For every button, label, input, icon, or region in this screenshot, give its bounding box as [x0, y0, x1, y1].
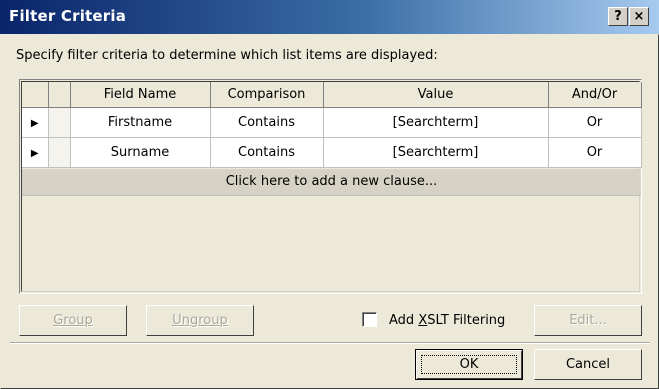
instruction-text: Specify filter criteria to determine whi… — [16, 48, 438, 63]
add-clause-row[interactable]: Click here to add a new clause... — [22, 169, 641, 196]
ungroup-button-label: Ungroup — [172, 313, 228, 328]
table-row[interactable]: ▶ Firstname Contains [Searchterm] Or — [22, 107, 642, 138]
row-marker[interactable]: ▶ — [22, 137, 49, 168]
ungroup-button[interactable]: Ungroup — [146, 305, 254, 336]
close-button[interactable]: × — [629, 7, 649, 26]
field-name-cell[interactable]: Surname — [70, 137, 211, 168]
column-header-comparison[interactable]: Comparison — [210, 82, 324, 108]
row-pointer-icon: ▶ — [30, 147, 39, 159]
comparison-cell[interactable]: Contains — [210, 137, 324, 168]
row-pointer-icon: ▶ — [30, 117, 39, 129]
and-or-cell[interactable]: Or — [548, 107, 642, 138]
xslt-checkbox-box[interactable] — [362, 312, 377, 327]
edit-button[interactable]: Edit... — [534, 305, 642, 336]
value-cell[interactable]: [Searchterm] — [323, 107, 549, 138]
column-header-marker — [22, 82, 49, 108]
header-row: Field Name Comparison Value And/Or — [22, 82, 642, 108]
row-marker[interactable]: ▶ — [22, 107, 49, 138]
value-cell[interactable]: [Searchterm] — [323, 137, 549, 168]
ok-button-label: OK — [421, 355, 517, 374]
column-header-blank — [48, 82, 71, 108]
comparison-cell[interactable]: Contains — [210, 107, 324, 138]
and-or-cell[interactable]: Or — [548, 137, 642, 168]
help-button[interactable]: ? — [608, 7, 628, 26]
xslt-checkbox-label[interactable]: Add XSLT Filtering — [389, 305, 505, 336]
field-name-cell[interactable]: Firstname — [70, 107, 211, 138]
group-button[interactable]: Group — [19, 305, 127, 336]
separator — [10, 342, 650, 344]
cancel-button[interactable]: Cancel — [534, 349, 642, 380]
criteria-table: Field Name Comparison Value And/Or ▶ Fir… — [22, 82, 642, 168]
column-header-and-or[interactable]: And/Or — [548, 82, 642, 108]
criteria-grid: Field Name Comparison Value And/Or ▶ Fir… — [19, 79, 642, 294]
row-spacer — [48, 107, 71, 138]
title-bar: Filter Criteria ? × — [0, 0, 659, 34]
row-spacer — [48, 137, 71, 168]
table-row[interactable]: ▶ Surname Contains [Searchterm] Or — [22, 137, 642, 168]
group-button-label: Group — [53, 313, 93, 328]
help-icon: ? — [614, 9, 622, 24]
criteria-grid-inner: Field Name Comparison Value And/Or ▶ Fir… — [21, 81, 642, 292]
ok-button[interactable]: OK — [415, 349, 523, 380]
column-header-value[interactable]: Value — [323, 82, 549, 108]
column-header-field-name[interactable]: Field Name — [70, 82, 211, 108]
window-title: Filter Criteria — [9, 7, 127, 25]
close-icon: × — [633, 9, 645, 24]
